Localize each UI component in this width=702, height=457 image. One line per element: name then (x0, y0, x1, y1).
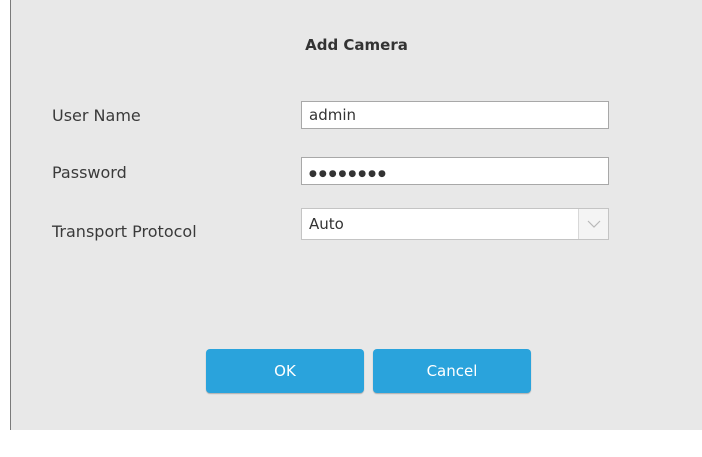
chevron-down-icon (587, 220, 601, 228)
cancel-button[interactable]: Cancel (373, 349, 531, 393)
password-field[interactable]: ●●●●●●●● (301, 157, 609, 185)
dialog-title: Add Camera (305, 36, 408, 54)
add-camera-dialog: Add Camera User Name admin Password ●●●●… (10, 0, 702, 430)
ok-button[interactable]: OK (206, 349, 364, 393)
transport-protocol-select[interactable]: Auto (301, 208, 609, 240)
transport-protocol-label: Transport Protocol (52, 222, 197, 241)
username-value: admin (309, 106, 356, 124)
dropdown-arrow[interactable] (578, 209, 608, 239)
transport-protocol-value: Auto (309, 215, 344, 233)
username-field[interactable]: admin (301, 101, 609, 129)
password-label: Password (52, 163, 127, 182)
password-masked-value: ●●●●●●●● (309, 169, 388, 179)
username-label: User Name (52, 106, 141, 125)
